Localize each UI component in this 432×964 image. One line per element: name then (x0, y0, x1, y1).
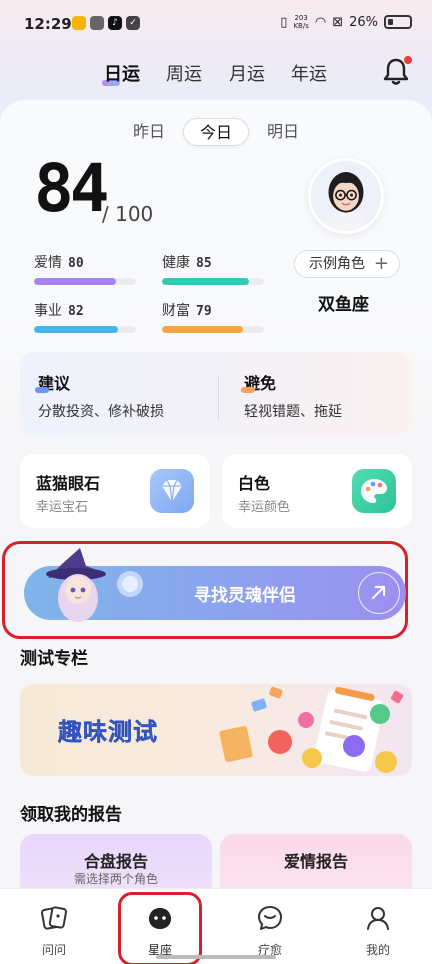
notification-app-icon (72, 16, 86, 30)
arrow-up-right-icon (358, 572, 400, 614)
nav-profile-label: 我的 (365, 943, 390, 957)
advice-divider (218, 376, 219, 420)
metric-health: 健康 85 (162, 252, 264, 285)
metric-value: 79 (196, 304, 212, 319)
palette-icon (352, 469, 396, 513)
example-role-label: 示例角色 (309, 256, 365, 272)
lucky-gem-name: 蓝猫眼石 (36, 474, 101, 493)
advice-do-text: 分散投资、修补破损 (38, 404, 164, 420)
status-app-icons: ♪ ✓ (72, 16, 140, 30)
metric-bar (162, 326, 264, 333)
example-role-button[interactable]: 示例角色 + (294, 250, 400, 278)
status-bar: 12:29 ♪ ✓ ▯ 203 KB/s ◠ ⊠ 26% (0, 0, 432, 48)
lucky-gem-label: 幸运宝石 (36, 500, 89, 515)
fun-test-illustration (219, 686, 404, 773)
love-report-card[interactable]: 爱情报告 (220, 834, 412, 894)
day-tabs: 昨日 今日 明日 (0, 118, 432, 146)
chat-heal-icon (258, 906, 282, 930)
lucky-color-label: 幸运颜色 (238, 500, 291, 515)
metric-bar (162, 278, 264, 285)
love-report-title: 爱情报告 (283, 852, 348, 871)
metric-value: 85 (196, 256, 212, 271)
tab-weekly[interactable]: 周运 (166, 60, 202, 86)
notification-app-icon: ✓ (126, 16, 140, 30)
highlight-frame (118, 892, 202, 964)
metric-bar-fill (162, 278, 249, 285)
tab-yesterday[interactable]: 昨日 (126, 118, 172, 146)
status-time: 12:29 (24, 15, 72, 33)
tab-yearly[interactable]: 年运 (291, 60, 327, 86)
tab-today[interactable]: 今日 (183, 118, 249, 146)
metric-love: 爱情 80 (34, 252, 136, 285)
diamond-icon (150, 469, 194, 513)
tiktok-icon: ♪ (108, 16, 122, 30)
metric-value: 80 (68, 256, 84, 271)
metric-bar (34, 326, 136, 333)
fun-test-banner[interactable]: 趣味测试 (20, 684, 412, 776)
nav-healing[interactable]: 疗愈 (240, 903, 300, 958)
metric-label: 爱情 (34, 255, 62, 271)
profile-icon (367, 907, 389, 930)
fortune-score-max: / 100 (102, 202, 154, 226)
metric-wealth: 财富 79 (162, 300, 264, 333)
no-sim-icon: ⊠ (332, 14, 344, 30)
metric-label: 财富 (162, 303, 190, 319)
nav-ask[interactable]: 问问 (24, 903, 84, 958)
metric-bar-fill (162, 326, 243, 333)
metric-career: 事业 82 (34, 300, 136, 333)
advice-card: 建议 分散投资、修补破损 避免 轻视错题、拖延 (20, 352, 412, 436)
nav-ask-label: 问问 (41, 943, 66, 957)
metric-bar (34, 278, 136, 285)
zodiac-sign: 双鱼座 (318, 295, 369, 315)
status-indicators: ▯ 203 KB/s ◠ ⊠ 26% (280, 14, 412, 30)
tab-daily[interactable]: 日运 (104, 60, 140, 86)
advice-avoid-title: 避免 (240, 370, 276, 394)
plus-icon: + (373, 253, 389, 274)
home-indicator[interactable] (156, 955, 276, 959)
tab-monthly[interactable]: 月运 (229, 60, 265, 86)
witch-illustration (46, 548, 143, 622)
tab-tomorrow[interactable]: 明日 (260, 118, 306, 146)
advice-avoid-text: 轻视错题、拖延 (244, 404, 342, 420)
find-soulmate-label: 寻找灵魂伴侣 (194, 586, 296, 606)
battery-percent: 26% (349, 14, 378, 30)
notification-app-icon (90, 16, 104, 30)
compatibility-report-title: 合盘报告 (83, 852, 148, 871)
metric-bar-fill (34, 278, 116, 285)
avatar[interactable] (308, 158, 384, 234)
nav-profile[interactable]: 我的 (348, 903, 408, 958)
metric-label: 健康 (162, 255, 190, 271)
cards-icon (41, 906, 67, 930)
notification-dot (404, 56, 412, 64)
fortune-score: 84 (34, 150, 110, 227)
test-section-title: 测试专栏 (20, 649, 88, 669)
battery-icon (384, 15, 412, 29)
compatibility-report-hint: 需选择两个角色 (73, 872, 158, 886)
compatibility-report-card[interactable]: 合盘报告 需选择两个角色 (20, 834, 212, 894)
vibrate-icon: ▯ (280, 14, 288, 30)
report-section-title: 领取我的报告 (20, 805, 122, 825)
bottom-nav: 问问 星座 疗愈 我的 (0, 888, 432, 964)
lucky-color-card[interactable]: 白色 幸运颜色 (222, 454, 412, 528)
metric-value: 82 (68, 304, 84, 319)
period-tabs: 日运 周运 月运 年运 (0, 56, 432, 90)
net-speed: 203 KB/s (293, 14, 309, 30)
wifi-icon: ◠ (314, 14, 327, 30)
lucky-gem-card[interactable]: 蓝猫眼石 幸运宝石 (20, 454, 210, 528)
metric-bar-fill (34, 326, 118, 333)
lucky-color-name: 白色 (238, 474, 271, 493)
advice-do-title: 建议 (34, 370, 70, 394)
metric-label: 事业 (34, 303, 62, 319)
